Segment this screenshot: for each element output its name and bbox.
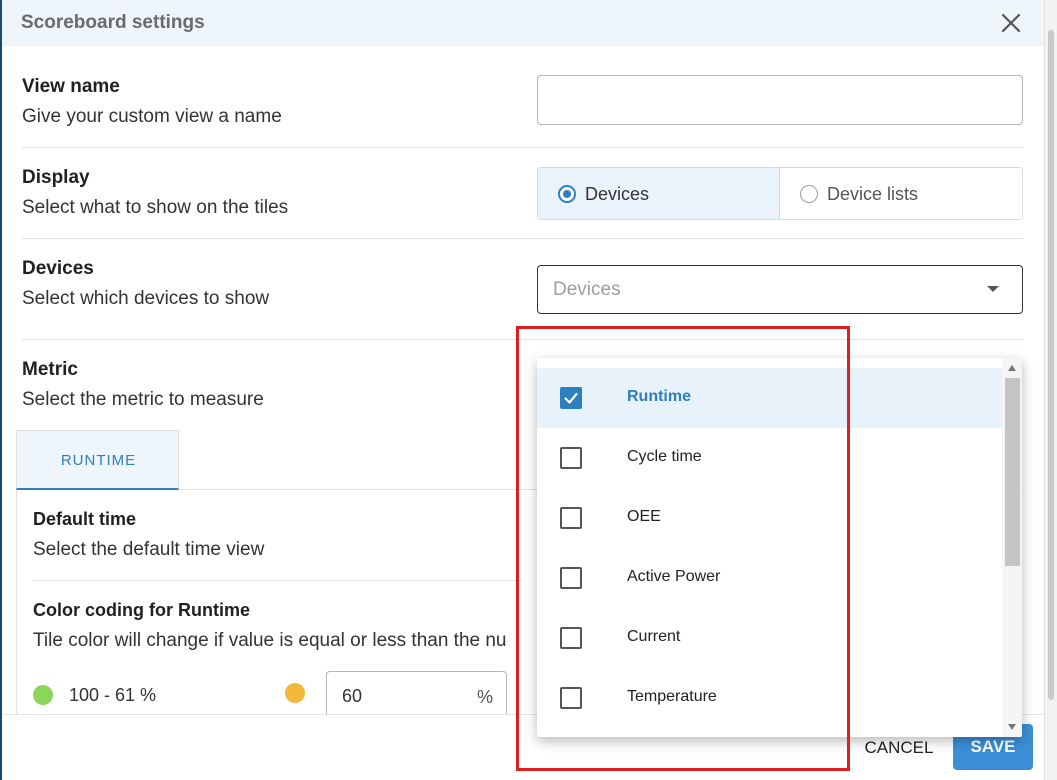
divider bbox=[22, 339, 1023, 340]
metric-option-temperature[interactable]: Temperature bbox=[537, 668, 1002, 728]
menu-scrollbar[interactable] bbox=[1002, 358, 1022, 737]
metric-option-label: Runtime bbox=[627, 388, 691, 405]
page-scrollbar-thumb[interactable] bbox=[1048, 30, 1054, 700]
scroll-up-arrow-icon[interactable] bbox=[1008, 365, 1016, 371]
metric-option-label: Temperature bbox=[627, 688, 717, 705]
tab-label: RUNTIME bbox=[60, 452, 137, 469]
metric-option-label: Current bbox=[627, 628, 681, 645]
divider bbox=[22, 238, 1023, 239]
checkbox-icon bbox=[560, 627, 582, 649]
metric-option-runtime[interactable]: Runtime bbox=[537, 368, 1002, 428]
view-name-input[interactable] bbox=[537, 75, 1023, 125]
default-time-subtitle: Select the default time view bbox=[33, 539, 265, 560]
dialog-title: Scoreboard settings bbox=[21, 12, 205, 33]
display-option-label: Devices bbox=[585, 184, 650, 204]
display-title: Display bbox=[22, 167, 90, 188]
checkbox-icon bbox=[560, 447, 582, 469]
checkbox-icon bbox=[560, 567, 582, 589]
metric-option-cycle-time[interactable]: Cycle time bbox=[537, 428, 1002, 488]
view-name-title: View name bbox=[22, 76, 120, 97]
threshold-unit: % bbox=[477, 687, 494, 707]
devices-title: Devices bbox=[22, 258, 94, 279]
radio-selected-icon bbox=[558, 185, 576, 203]
default-time-title: Default time bbox=[33, 509, 137, 529]
tab-runtime[interactable]: RUNTIME bbox=[16, 430, 179, 490]
display-option-device-lists[interactable]: Device lists bbox=[780, 168, 1022, 219]
color-coding-title: Color coding for Runtime bbox=[33, 600, 250, 620]
metric-option-oee[interactable]: OEE bbox=[537, 488, 1002, 548]
checkbox-icon bbox=[560, 507, 582, 529]
dialog-header: Scoreboard settings bbox=[2, 0, 1044, 46]
metric-option-label: Cycle time bbox=[627, 448, 702, 465]
checkbox-checked-icon bbox=[560, 387, 582, 409]
view-name-subtitle: Give your custom view a name bbox=[22, 106, 282, 127]
display-radio-group: Devices Device lists bbox=[537, 167, 1023, 220]
green-range-label: 100 - 61 % bbox=[69, 685, 157, 705]
metric-title: Metric bbox=[22, 359, 78, 380]
amber-status-dot bbox=[285, 683, 305, 703]
devices-select[interactable]: Devices bbox=[537, 265, 1023, 314]
scroll-down-arrow-icon[interactable] bbox=[1008, 724, 1016, 730]
divider bbox=[33, 580, 523, 581]
threshold-value: 60 bbox=[342, 686, 363, 706]
metric-option-label: Active Power bbox=[627, 568, 721, 585]
green-status-dot bbox=[33, 685, 53, 705]
metric-dropdown-menu: Runtime Cycle time OEE Active Power Curr… bbox=[537, 358, 1022, 737]
page-scrollbar[interactable] bbox=[1044, 0, 1057, 780]
metric-option-current[interactable]: Current bbox=[537, 608, 1002, 668]
color-coding-subtitle: Tile color will change if value is equal… bbox=[33, 630, 507, 651]
metric-option-label: OEE bbox=[627, 508, 661, 525]
metric-option-active-power[interactable]: Active Power bbox=[537, 548, 1002, 608]
metric-subtitle: Select the metric to measure bbox=[22, 389, 264, 410]
divider bbox=[22, 147, 1023, 148]
checkbox-icon bbox=[560, 687, 582, 709]
devices-subtitle: Select which devices to show bbox=[22, 288, 270, 309]
menu-scrollbar-thumb[interactable] bbox=[1005, 378, 1020, 566]
devices-select-placeholder: Devices bbox=[553, 279, 621, 300]
cancel-button[interactable]: CANCEL bbox=[853, 736, 945, 760]
close-icon[interactable] bbox=[998, 10, 1024, 36]
chevron-down-icon bbox=[987, 286, 999, 292]
display-subtitle: Select what to show on the tiles bbox=[22, 197, 289, 218]
radio-unselected-icon bbox=[800, 185, 818, 203]
display-option-devices[interactable]: Devices bbox=[538, 168, 780, 219]
display-option-label: Device lists bbox=[827, 184, 919, 204]
